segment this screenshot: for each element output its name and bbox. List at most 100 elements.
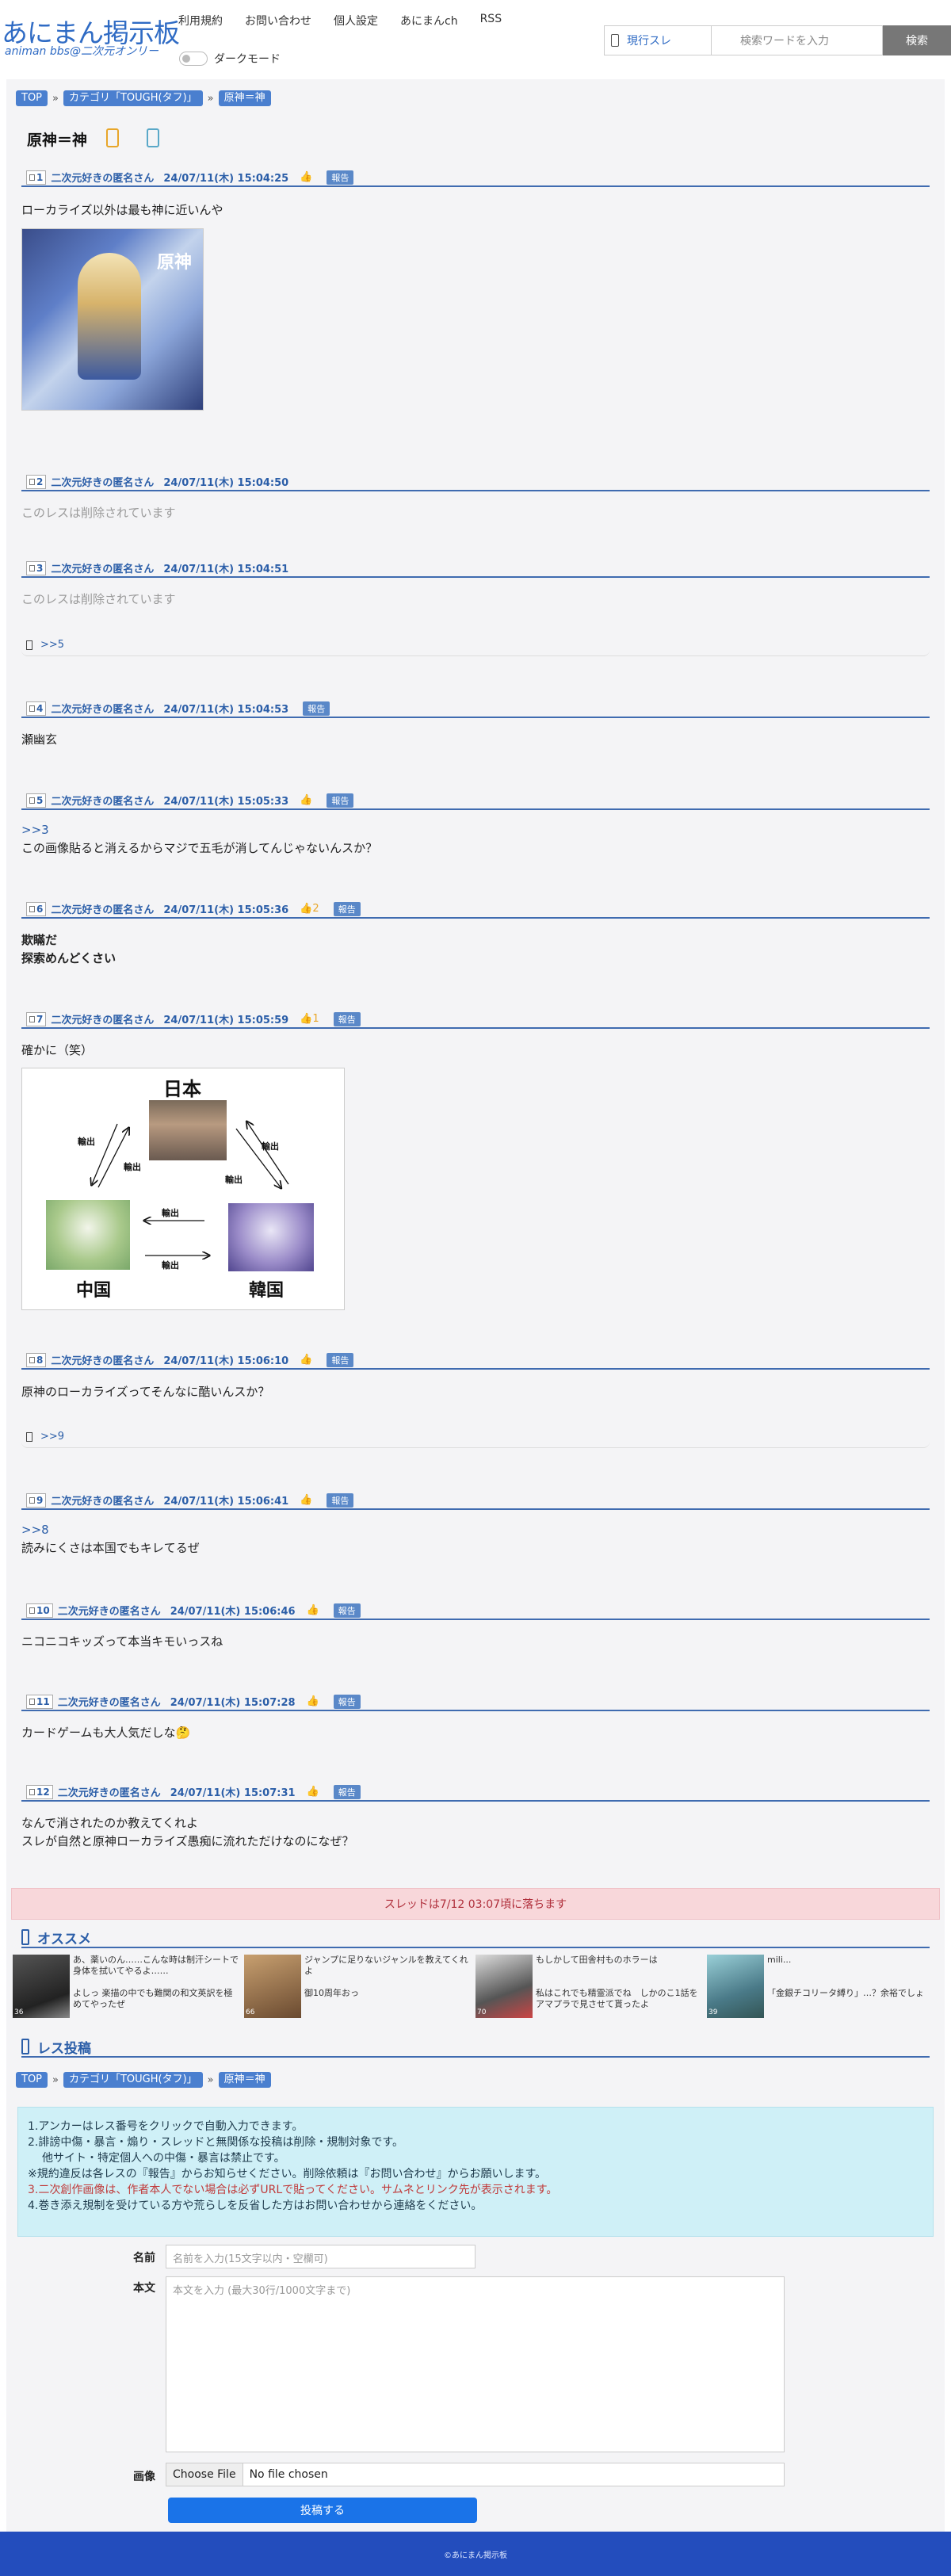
breadcrumb-top[interactable]: TOP bbox=[16, 2072, 48, 2088]
site-header: あにまん掲示板 animan bbs@二次元オンリー 利用規約 お問い合わせ 個… bbox=[0, 0, 951, 79]
post-number[interactable]: 10 bbox=[26, 1603, 53, 1618]
anchor-icon bbox=[29, 905, 35, 912]
search-button[interactable]: 検索 bbox=[883, 25, 951, 55]
post-header: 9 二次元好きの匿名さん 24/07/11(木) 15:06:41 👍 報告 bbox=[21, 1492, 930, 1510]
post-number[interactable]: 8 bbox=[26, 1352, 47, 1367]
thumbs-up-icon[interactable]: 👍1 bbox=[300, 1013, 319, 1025]
anchor-link[interactable]: >>8 bbox=[21, 1521, 925, 1539]
post-number[interactable]: 12 bbox=[26, 1784, 53, 1799]
anchor-link[interactable]: >>3 bbox=[21, 821, 925, 839]
breadcrumb-bottom: TOP » カテゴリ「TOUGH(タフ)」 » 原神＝神 bbox=[16, 2072, 271, 2088]
breadcrumb-thread[interactable]: 原神＝神 bbox=[218, 90, 271, 106]
submit-post-button[interactable]: 投稿する bbox=[168, 2498, 477, 2523]
thumbs-up-icon[interactable]: 👍 bbox=[307, 1786, 319, 1798]
breadcrumb-thread[interactable]: 原神＝神 bbox=[218, 2072, 271, 2088]
recommend-item[interactable]: 39 mili... 「金銀チコリータ縛り」…？余裕でしょ bbox=[707, 1955, 937, 2023]
post-number[interactable]: 1 bbox=[26, 170, 47, 185]
report-button[interactable]: 報告 bbox=[333, 1694, 361, 1709]
breadcrumb-category[interactable]: カテゴリ「TOUGH(タフ)」 bbox=[63, 2072, 203, 2088]
body-label: 本文 bbox=[133, 2282, 155, 2295]
recommend-item[interactable]: 36 あ、薬いのん……こんな時は制汗シートで身体を拭いてやるよ…… よしっ 楽描の中… bbox=[13, 1955, 243, 2023]
nav-settings-link[interactable]: 個人設定 bbox=[334, 13, 378, 29]
poster-name: 二次元好きの匿名さん bbox=[51, 904, 155, 916]
thumbs-up-icon[interactable]: 👍 bbox=[300, 1494, 312, 1506]
post-number[interactable]: 3 bbox=[26, 560, 47, 575]
report-button[interactable]: 報告 bbox=[327, 170, 354, 185]
thumbs-up-icon[interactable]: 👍 bbox=[307, 1604, 319, 1616]
post-number[interactable]: 2 bbox=[26, 474, 47, 489]
post-header: 6 二次元好きの匿名さん 24/07/11(木) 15:05:36 👍2 報告 bbox=[21, 901, 930, 919]
nav-animanch-link[interactable]: あにまんch bbox=[400, 13, 458, 29]
recommend-thumbnail: 70 bbox=[476, 1955, 533, 2018]
recommend-thumbnail: 39 bbox=[707, 1955, 764, 2018]
post-date: 24/07/11(木) 15:06:10 bbox=[163, 1355, 289, 1367]
recommend-item[interactable]: 70 もしかして田舎村ものホラーは 私はこれでも精霊派でね しかのこ1話をアマプラで… bbox=[476, 1955, 705, 2023]
report-button[interactable]: 報告 bbox=[303, 701, 330, 716]
post-date: 24/07/11(木) 15:05:36 bbox=[163, 904, 289, 916]
post-date: 24/07/11(木) 15:07:28 bbox=[170, 1697, 296, 1709]
nav-contact-link[interactable]: お問い合わせ bbox=[245, 13, 311, 29]
poster-name: 二次元好きの匿名さん bbox=[57, 1606, 161, 1618]
post-number[interactable]: 9 bbox=[26, 1492, 47, 1508]
dark-mode-toggle[interactable] bbox=[179, 52, 208, 66]
search-input[interactable]: 検索ワードを入力 bbox=[711, 25, 883, 55]
report-button[interactable]: 報告 bbox=[327, 1352, 354, 1367]
recommend-item[interactable]: 66 ジャンプに足りないジャンルを教えてくれよ 御10周年おっ bbox=[244, 1955, 474, 2023]
search-scope-label: 現行スレ bbox=[627, 35, 671, 48]
thumbs-up-icon[interactable]: 👍2 bbox=[300, 903, 319, 915]
nav-terms-link[interactable]: 利用規約 bbox=[178, 13, 223, 29]
post-date: 24/07/11(木) 15:05:33 bbox=[163, 796, 289, 808]
post-body: >>8 読みにくさは本国でもキレてるぜ bbox=[21, 1521, 925, 1557]
post-date: 24/07/11(木) 15:07:31 bbox=[170, 1787, 296, 1799]
report-button[interactable]: 報告 bbox=[327, 1492, 354, 1508]
choose-file-button[interactable]: Choose File bbox=[166, 2463, 243, 2486]
reply-link[interactable]: >>5 bbox=[21, 634, 930, 656]
report-button[interactable]: 報告 bbox=[327, 793, 354, 808]
anchor-icon bbox=[29, 1356, 35, 1363]
post-header: 5 二次元好きの匿名さん 24/07/11(木) 15:05:33 👍 報告 bbox=[21, 793, 930, 810]
post-date: 24/07/11(木) 15:04:53 bbox=[163, 704, 289, 716]
name-input[interactable]: 名前を入力(15文字以内・空欄可) bbox=[166, 2245, 476, 2268]
recommend-list: 36 あ、薬いのん……こんな時は制汗シートで身体を拭いてやるよ…… よしっ 楽描の中… bbox=[13, 1955, 940, 2024]
thumbs-up-icon[interactable]: 👍 bbox=[300, 1354, 312, 1366]
character-figure bbox=[78, 253, 141, 380]
thumbs-up-icon[interactable]: 👍 bbox=[300, 171, 312, 183]
export-label: 輸出 bbox=[124, 1162, 141, 1172]
breadcrumb-separator: » bbox=[207, 92, 214, 105]
post-body: ローカライズ以外は最も神に近いんや bbox=[21, 203, 223, 217]
nav-rss-link[interactable]: RSS bbox=[480, 13, 502, 29]
body-textarea[interactable]: 本文を入力 (最大30行/1000文字まで) bbox=[166, 2276, 785, 2452]
poster-name: 二次元好きの匿名さん bbox=[57, 1697, 161, 1709]
post-number[interactable]: 11 bbox=[26, 1694, 53, 1709]
favorite-icon[interactable] bbox=[106, 128, 119, 147]
recommend-thumbnail: 66 bbox=[244, 1955, 301, 2018]
bookmark-icon[interactable] bbox=[147, 128, 159, 147]
anchor-icon bbox=[29, 1015, 35, 1022]
thumbs-up-icon[interactable]: 👍 bbox=[307, 1695, 319, 1707]
report-button[interactable]: 報告 bbox=[333, 1603, 361, 1618]
post-image-genshin[interactable]: 原神 bbox=[21, 228, 204, 411]
post-date: 24/07/11(木) 15:04:51 bbox=[163, 564, 289, 575]
post-number[interactable]: 6 bbox=[26, 901, 47, 916]
breadcrumb-category[interactable]: カテゴリ「TOUGH(タフ)」 bbox=[63, 90, 203, 106]
post-number[interactable]: 5 bbox=[26, 793, 47, 808]
report-button[interactable]: 報告 bbox=[333, 901, 361, 916]
image-file-input[interactable]: Choose File No file chosen bbox=[166, 2463, 785, 2486]
post-image-export-diagram[interactable]: 日本 中国 韓国 輸出 輸出 輸出 輸出 輸出 輸出 bbox=[21, 1068, 345, 1310]
report-button[interactable]: 報告 bbox=[333, 1784, 361, 1799]
search-scope-select[interactable]: 現行スレ bbox=[604, 25, 711, 55]
reply-link[interactable]: >>9 bbox=[21, 1426, 930, 1448]
site-logo[interactable]: あにまん掲示板 bbox=[2, 19, 180, 48]
post-form-header: レス投稿 bbox=[21, 2037, 930, 2058]
image-label: 画像 bbox=[133, 2471, 155, 2483]
post-number[interactable]: 4 bbox=[26, 701, 47, 716]
report-button[interactable]: 報告 bbox=[333, 1011, 361, 1026]
breadcrumb-top[interactable]: TOP bbox=[16, 90, 48, 106]
post-header: 11 二次元好きの匿名さん 24/07/11(木) 15:07:28 👍 報告 bbox=[21, 1694, 930, 1711]
post-number[interactable]: 7 bbox=[26, 1011, 47, 1026]
posting-rules-notice: 1.アンカーはレス番号をクリックで自動入力できます。 2.誹謗中傷・暴言・煽り・… bbox=[17, 2107, 934, 2237]
poster-name: 二次元好きの匿名さん bbox=[57, 1787, 161, 1799]
thumbs-up-icon[interactable]: 👍 bbox=[300, 794, 312, 806]
genshin-logo: 原神 bbox=[156, 252, 192, 273]
recommend-header: オススメ bbox=[21, 1928, 930, 1948]
